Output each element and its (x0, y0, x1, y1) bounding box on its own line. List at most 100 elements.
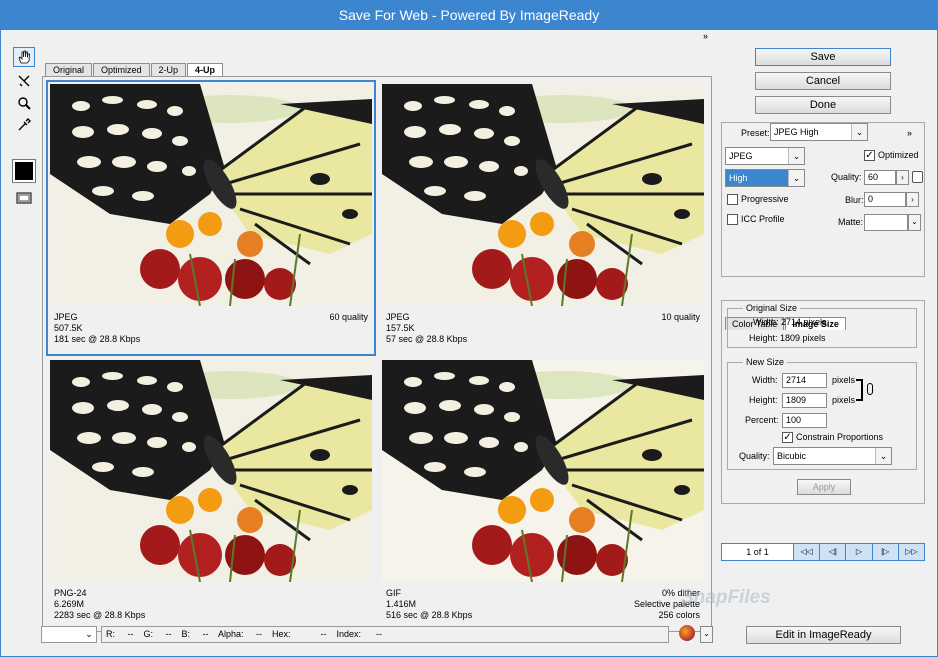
chevron-down-icon[interactable]: ⌄ (908, 214, 921, 231)
play-button[interactable]: ▷ (845, 544, 872, 560)
pane-setting-3: 256 colors (658, 610, 700, 620)
blur-input[interactable]: 0 (864, 192, 906, 207)
pane-format: PNG-24 (54, 588, 87, 598)
original-height: Height: 1809 pixels (749, 333, 826, 343)
browser-menu-chevron-down-icon[interactable]: ⌄ (700, 626, 713, 643)
proportion-link-bracket (856, 379, 863, 401)
preset-value: JPEG High (774, 127, 819, 137)
edit-in-imageready-button[interactable]: Edit in ImageReady (746, 626, 901, 644)
chevron-down-icon: ⌄ (875, 448, 891, 464)
file-format-value: JPEG (729, 151, 753, 161)
done-button[interactable]: Done (755, 96, 891, 114)
pane-setting-1: 60 quality (329, 312, 368, 322)
butterfly-illustration (50, 84, 372, 306)
percent-input[interactable]: 100 (782, 413, 827, 428)
first-frame-button[interactable]: ◁◁ (794, 544, 820, 560)
quality-level-value: High (729, 173, 748, 183)
butterfly-illustration (382, 84, 704, 306)
slice-select-tool-icon[interactable] (13, 71, 35, 91)
quality-slider-arrow-icon[interactable]: › (896, 170, 909, 185)
optimized-label: Optimized (878, 150, 919, 160)
cancel-button[interactable]: Cancel (755, 72, 891, 90)
pane-format: JPEG (54, 312, 78, 322)
icc-profile-checkbox[interactable] (727, 214, 738, 225)
pane-format: JPEG (386, 312, 410, 322)
butterfly-illustration (50, 360, 372, 582)
quality-channel-mask-icon[interactable] (912, 171, 923, 183)
preview-pane-4[interactable]: GIF 1.416M 516 sec @ 28.8 Kbps 0% dither… (380, 358, 706, 630)
butterfly-image-3 (50, 360, 372, 582)
pane-file-size: 6.269M (54, 599, 85, 609)
blur-slider-arrow-icon[interactable]: › (906, 192, 919, 207)
original-width: Width: 2714 pixels (753, 317, 827, 327)
icc-profile-label: ICC Profile (741, 214, 785, 224)
chevron-down-icon: ⌄ (851, 124, 867, 140)
constrain-proportions-checkbox[interactable]: ✓ (782, 432, 793, 443)
pane-file-size: 507.5K (54, 323, 83, 333)
butterfly-image-1 (50, 84, 372, 306)
new-width-unit: pixels (832, 375, 856, 385)
pane-download-time: 57 sec @ 28.8 Kbps (386, 334, 468, 344)
snapfiles-watermark: SnapFiles (681, 587, 771, 608)
tab-optimized[interactable]: Optimized (93, 63, 150, 77)
resample-quality-value: Bicubic (777, 451, 807, 461)
preview-pane-1[interactable]: JPEG 507.5K 181 sec @ 28.8 Kbps 60 quali… (46, 80, 376, 356)
quality-label: Quality: (831, 172, 862, 182)
tab-original[interactable]: Original (45, 63, 93, 77)
quality-level-select[interactable]: High ⌄ (725, 169, 805, 187)
tab-2-up[interactable]: 2-Up (150, 63, 187, 77)
preset-select[interactable]: JPEG High ⌄ (770, 123, 868, 141)
chevron-down-icon: ⌄ (85, 629, 93, 639)
save-button[interactable]: Save (755, 48, 891, 66)
resample-quality-label: Quality: (739, 451, 770, 461)
quality-input[interactable]: 60 (864, 170, 896, 185)
blur-label: Blur: (845, 195, 864, 205)
new-height-unit: pixels (832, 395, 856, 405)
new-size-legend: New Size (743, 357, 788, 367)
preview-pane-3[interactable]: PNG-24 6.269M 2283 sec @ 28.8 Kbps (48, 358, 374, 630)
butterfly-image-4 (382, 360, 704, 582)
butterfly-image-2 (382, 84, 704, 306)
optimize-menu-icon[interactable]: » (907, 128, 912, 138)
new-width-label: Width: (752, 375, 778, 385)
pane-file-size: 157.5K (386, 323, 415, 333)
resample-quality-select[interactable]: Bicubic ⌄ (773, 447, 892, 465)
chevron-down-icon: ⌄ (788, 170, 804, 186)
dialog-body: Original Optimized 2-Up 4-Up » JPEG 507.… (0, 30, 938, 657)
matte-swatch[interactable] (864, 214, 908, 231)
constrain-proportions-label: Constrain Proportions (796, 432, 884, 442)
file-format-select[interactable]: JPEG ⌄ (725, 147, 805, 165)
new-height-input[interactable]: 1809 (782, 393, 827, 408)
last-frame-button[interactable]: ▷▷ (897, 544, 925, 560)
preview-canvas: JPEG 507.5K 181 sec @ 28.8 Kbps 60 quali… (42, 76, 712, 632)
view-menu-expand-icon[interactable]: » (703, 31, 708, 41)
toggle-slices-visibility-icon[interactable] (13, 188, 35, 208)
percent-label: Percent: (745, 415, 779, 425)
window-title: Save For Web - Powered By ImageReady (0, 0, 938, 30)
animation-frame-nav: 1 of 1 ◁◁ ◁| ▷ |▷ ▷▷ (721, 543, 925, 561)
zoom-tool-icon[interactable] (13, 93, 35, 113)
new-height-label: Height: (749, 395, 778, 405)
zoom-level-select[interactable]: ⌄ (41, 626, 97, 643)
new-width-input[interactable]: 2714 (782, 373, 827, 388)
eyedropper-tool-icon[interactable] (13, 115, 35, 135)
pane-download-time: 181 sec @ 28.8 Kbps (54, 334, 141, 344)
preview-in-browser-icon[interactable] (679, 625, 695, 641)
original-size-legend: Original Size (743, 303, 801, 313)
hand-tool-icon[interactable] (13, 47, 35, 67)
preview-pane-2[interactable]: JPEG 157.5K 57 sec @ 28.8 Kbps 10 qualit… (380, 82, 706, 354)
chevron-down-icon: ⌄ (788, 148, 804, 164)
eyedropper-color-swatch[interactable] (12, 159, 36, 183)
progressive-checkbox[interactable] (727, 194, 738, 205)
view-tabs: Original Optimized 2-Up 4-Up (45, 63, 224, 78)
color-readout-status: R: -- G: -- B: -- Alpha: -- Hex: -- Inde… (101, 626, 669, 643)
apply-button[interactable]: Apply (797, 479, 851, 495)
next-frame-button[interactable]: |▷ (871, 544, 898, 560)
previous-frame-button[interactable]: ◁| (819, 544, 846, 560)
pane-setting-1: 10 quality (661, 312, 700, 322)
chain-link-icon (867, 383, 873, 395)
progressive-label: Progressive (741, 194, 789, 204)
optimized-checkbox[interactable]: ✓ (864, 150, 875, 161)
pane-download-time: 2283 sec @ 28.8 Kbps (54, 610, 146, 620)
preset-label: Preset: (741, 128, 770, 138)
